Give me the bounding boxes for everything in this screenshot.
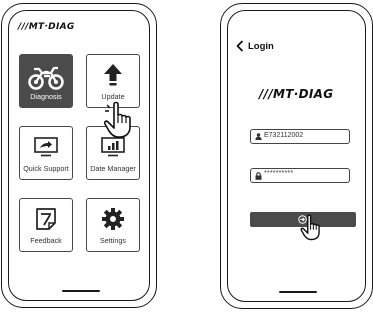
tile-label: Update	[101, 92, 125, 101]
user-icon	[255, 133, 262, 140]
phone-frame-home: ///MT·DIAG Diagnosis Update Quick Suppor…	[1, 3, 157, 308]
back-button[interactable]: Login	[236, 39, 274, 53]
upload-arrow-icon	[104, 64, 122, 86]
username-value: E732112002	[264, 132, 304, 139]
bar-chart-monitor-icon	[101, 137, 125, 157]
tile-settings[interactable]: Settings	[86, 198, 140, 252]
phone-frame-login: Login ///MT·DIAG E732112002 **********	[220, 3, 373, 309]
phone-screen-login: Login ///MT·DIAG E732112002 **********	[227, 10, 366, 302]
password-field[interactable]: **********	[250, 168, 350, 183]
brand-logo: ///MT·DIAG	[18, 22, 75, 32]
username-field[interactable]: E732112002	[250, 129, 350, 144]
tile-label: Date Manager	[90, 164, 136, 173]
remote-monitor-icon	[34, 137, 58, 157]
lock-icon	[255, 172, 262, 180]
home-indicator	[62, 290, 100, 292]
tile-label: Quick Support	[23, 164, 69, 173]
tile-label: Diagnosis	[30, 92, 62, 101]
motorcycle-icon	[28, 66, 64, 90]
tile-feedback[interactable]: Feedback	[19, 198, 73, 252]
password-value: **********	[264, 170, 294, 177]
brand-logo: ///MT·DIAG	[259, 87, 334, 101]
page-title: Login	[248, 40, 274, 52]
tile-update[interactable]: Update	[86, 54, 140, 108]
home-indicator	[279, 291, 317, 293]
chevron-left-icon	[236, 40, 244, 52]
tile-diagnosis[interactable]: Diagnosis	[19, 54, 73, 108]
gear-icon	[102, 208, 124, 230]
pointer-hand-icon	[300, 214, 320, 241]
tile-label: Feedback	[30, 236, 62, 245]
pointer-hand-icon	[103, 101, 131, 138]
tile-label: Settings	[100, 236, 126, 245]
feedback-note-icon	[36, 208, 56, 230]
phone-screen-home: ///MT·DIAG Diagnosis Update Quick Suppor…	[8, 10, 150, 301]
tile-quick-support[interactable]: Quick Support	[19, 126, 73, 180]
